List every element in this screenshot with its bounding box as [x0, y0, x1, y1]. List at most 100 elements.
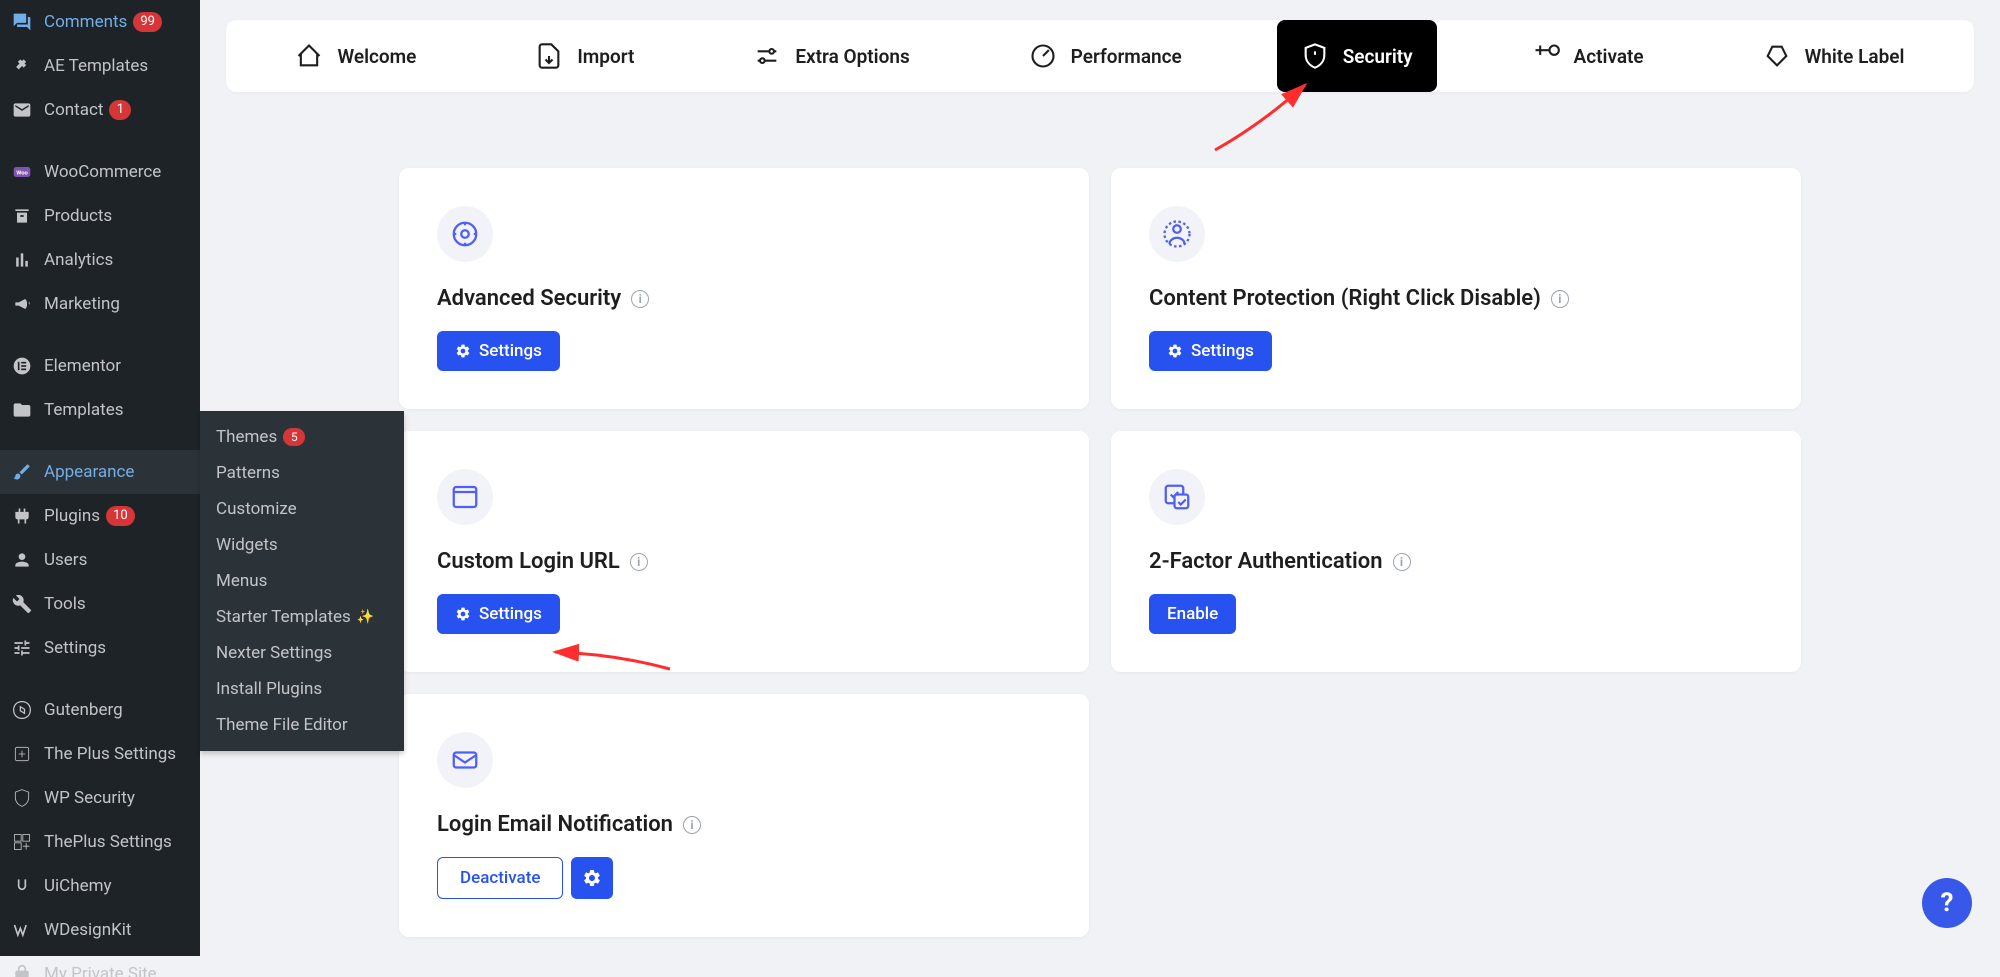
sidebar-item-templates[interactable]: Templates [0, 388, 200, 432]
sidebar-item-appearance[interactable]: Appearance [0, 450, 200, 494]
card-advanced-security: Advanced Securityi Settings [399, 168, 1089, 409]
settings-tabs: Welcome Import Extra Options Performance… [226, 20, 1974, 92]
elementor-icon [10, 354, 34, 378]
wdesignkit-icon [10, 918, 34, 942]
sidebar-item-label: ThePlus Settings [44, 832, 172, 852]
sidebar-item-analytics[interactable]: Analytics [0, 238, 200, 282]
settings-button[interactable]: Settings [1149, 331, 1272, 371]
user-protect-icon [1149, 206, 1205, 262]
sidebar-item-plus-settings[interactable]: The Plus Settings [0, 732, 200, 776]
flyout-item-starter-templates[interactable]: Starter Templates✨ [200, 599, 404, 635]
archive-icon [10, 204, 34, 228]
security-lock-icon [437, 206, 493, 262]
admin-sidebar: Comments 99 AE Templates Contact 1 Woo W… [0, 0, 200, 956]
sidebar-item-plugins[interactable]: Plugins 10 [0, 494, 200, 538]
sidebar-item-wp-security[interactable]: WP Security [0, 776, 200, 820]
sidebar-item-theplus-settings[interactable]: ThePlus Settings [0, 820, 200, 864]
pin-icon [10, 54, 34, 78]
sidebar-item-uichemy[interactable]: UiChemy [0, 864, 200, 908]
sidebar-item-label: Comments [44, 12, 127, 32]
sidebar-item-label: Analytics [44, 250, 113, 270]
plugin-icon [10, 504, 34, 528]
info-icon[interactable]: i [631, 290, 649, 308]
flyout-item-menus[interactable]: Menus [200, 563, 404, 599]
info-icon[interactable]: i [630, 553, 648, 571]
sidebar-item-elementor[interactable]: Elementor [0, 344, 200, 388]
tab-welcome[interactable]: Welcome [271, 20, 440, 92]
sidebar-item-label: Contact [44, 100, 103, 120]
flyout-item-widgets[interactable]: Widgets [200, 527, 404, 563]
badge: 5 [283, 428, 305, 446]
deactivate-button[interactable]: Deactivate [437, 857, 563, 899]
flyout-item-install-plugins[interactable]: Install Plugins [200, 671, 404, 707]
sidebar-item-label: Products [44, 206, 112, 226]
tab-white-label[interactable]: White Label [1739, 20, 1929, 92]
user-icon [10, 548, 34, 572]
enable-button[interactable]: Enable [1149, 594, 1236, 634]
tab-security[interactable]: Security [1277, 20, 1437, 92]
settings-button[interactable]: Settings [437, 331, 560, 371]
comments-icon [10, 10, 34, 34]
sidebar-item-users[interactable]: Users [0, 538, 200, 582]
card-login-email: Login Email Notificationi Deactivate [399, 694, 1089, 937]
help-button[interactable]: ? [1922, 878, 1972, 928]
sidebar-item-label: Elementor [44, 356, 121, 376]
card-two-factor: 2-Factor Authenticationi Enable [1111, 431, 1801, 672]
shield-icon [10, 786, 34, 810]
tab-performance[interactable]: Performance [1005, 20, 1206, 92]
sidebar-item-label: Users [44, 550, 87, 570]
sidebar-item-label: Plugins [44, 506, 100, 526]
svg-text:Woo: Woo [16, 171, 28, 177]
appearance-flyout: Themes5 Patterns Customize Widgets Menus… [200, 411, 404, 751]
main-content: Welcome Import Extra Options Performance… [200, 20, 2000, 977]
badge: 10 [106, 506, 135, 526]
sidebar-item-label: Gutenberg [44, 700, 123, 720]
folder-icon [10, 398, 34, 422]
mail-icon [10, 98, 34, 122]
sidebar-item-label: WooCommerce [44, 162, 161, 182]
card-title: Advanced Securityi [437, 286, 1051, 311]
flyout-item-customize[interactable]: Customize [200, 491, 404, 527]
card-content-protection: Content Protection (Right Click Disable)… [1111, 168, 1801, 409]
card-title: Login Email Notificationi [437, 812, 1051, 837]
info-icon[interactable]: i [1551, 290, 1569, 308]
sidebar-item-label: Appearance [44, 462, 134, 482]
sidebar-item-tools[interactable]: Tools [0, 582, 200, 626]
gear-button[interactable] [571, 857, 613, 899]
uichemy-icon [10, 874, 34, 898]
gutenberg-icon [10, 698, 34, 722]
card-title: Content Protection (Right Click Disable)… [1149, 286, 1763, 311]
sidebar-item-contact[interactable]: Contact 1 [0, 88, 200, 132]
flyout-item-patterns[interactable]: Patterns [200, 455, 404, 491]
flyout-item-theme-file-editor[interactable]: Theme File Editor [200, 707, 404, 743]
sidebar-item-gutenberg[interactable]: Gutenberg [0, 688, 200, 732]
sidebar-item-comments[interactable]: Comments 99 [0, 0, 200, 44]
tab-import[interactable]: Import [511, 20, 658, 92]
sidebar-item-label: Marketing [44, 294, 120, 314]
flyout-item-themes[interactable]: Themes5 [200, 419, 404, 455]
browser-icon [437, 469, 493, 525]
sparkle-icon: ✨ [357, 609, 374, 625]
security-cards: Advanced Securityi Settings Content Prot… [226, 168, 1974, 977]
sidebar-item-settings[interactable]: Settings [0, 626, 200, 670]
envelope-icon [437, 732, 493, 788]
sidebar-item-ae-templates[interactable]: AE Templates [0, 44, 200, 88]
tab-activate[interactable]: Activate [1508, 20, 1668, 92]
info-icon[interactable]: i [683, 816, 701, 834]
sidebar-item-wdesignkit[interactable]: WDesignKit [0, 908, 200, 952]
info-icon[interactable]: i [1393, 553, 1411, 571]
settings-button[interactable]: Settings [437, 594, 560, 634]
sidebar-item-label: UiChemy [44, 876, 112, 896]
chart-icon [10, 248, 34, 272]
sidebar-item-label: Templates [44, 400, 124, 420]
sidebar-item-woocommerce[interactable]: Woo WooCommerce [0, 150, 200, 194]
card-title: Custom Login URLi [437, 549, 1051, 574]
sidebar-item-products[interactable]: Products [0, 194, 200, 238]
sidebar-item-marketing[interactable]: Marketing [0, 282, 200, 326]
sidebar-item-label: AE Templates [44, 56, 148, 76]
flyout-item-nexter-settings[interactable]: Nexter Settings [200, 635, 404, 671]
megaphone-icon [10, 292, 34, 316]
wrench-icon [10, 592, 34, 616]
tab-extra-options[interactable]: Extra Options [729, 20, 933, 92]
sliders-icon [10, 636, 34, 660]
